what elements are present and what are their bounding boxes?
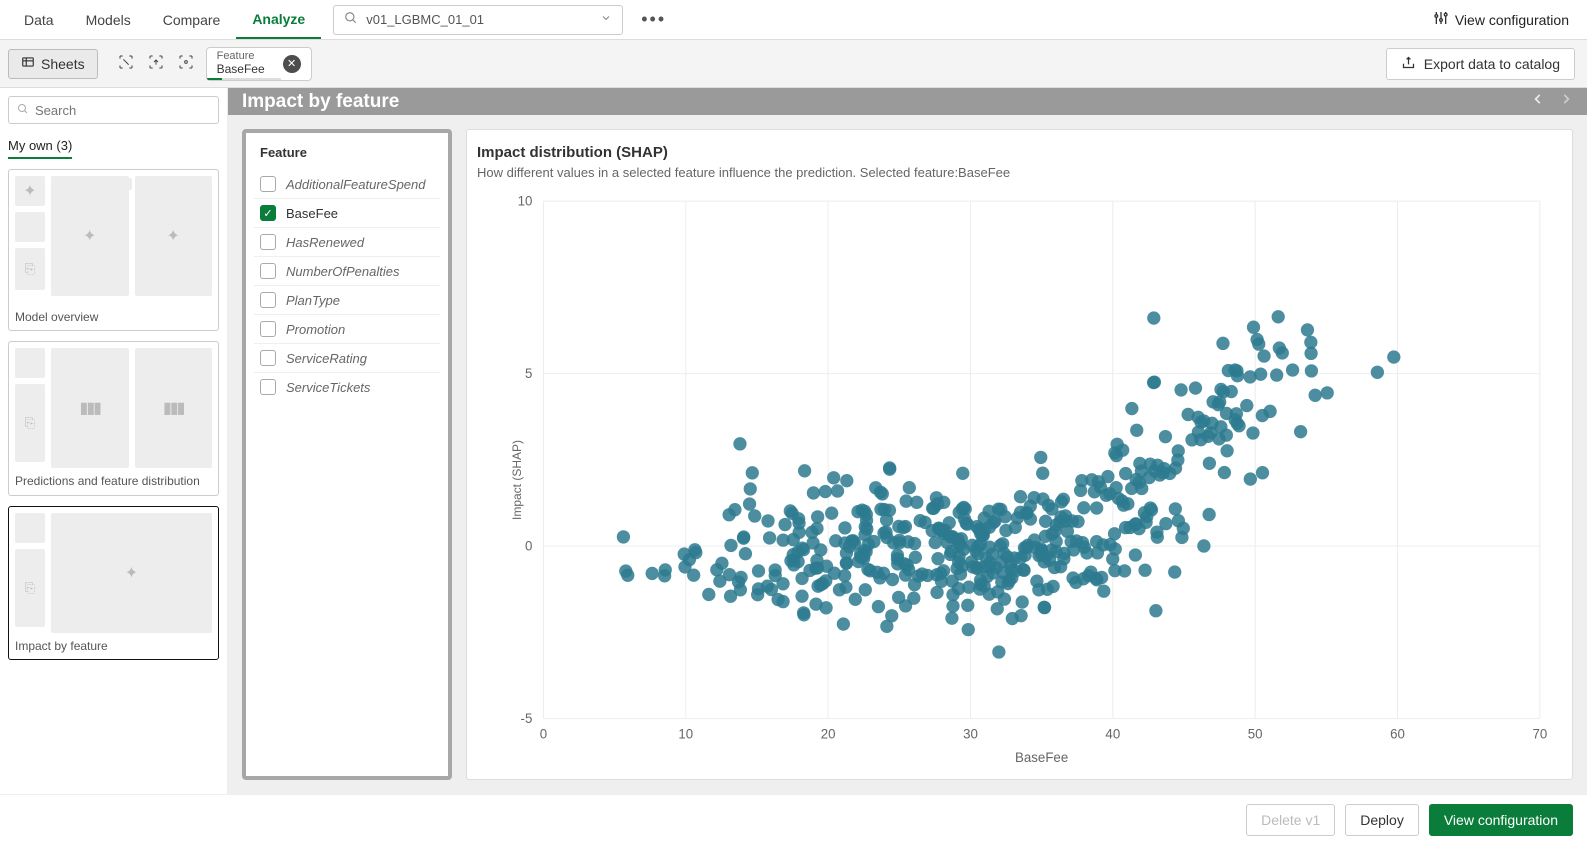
svg-text:70: 70 (1532, 727, 1547, 742)
feature-item-label: ServiceRating (286, 351, 367, 366)
sliders-icon (1433, 10, 1449, 29)
top-tabs: Data Models Compare Analyze (8, 0, 321, 39)
svg-text:BaseFee: BaseFee (1015, 750, 1068, 765)
svg-text:60: 60 (1390, 727, 1405, 742)
feature-filter-chip[interactable]: Feature BaseFee ✕ (206, 47, 312, 81)
prev-sheet-button[interactable] (1531, 92, 1545, 111)
main-header-title: Impact by feature (242, 91, 399, 113)
feature-item-hasrenewed[interactable]: HasRenewed (254, 228, 440, 257)
body-container: My own (3) ✦ ⎘ ✦ ✦ Model over (0, 88, 1587, 794)
chart-title: Impact distribution (SHAP) (477, 144, 1562, 161)
main-header: Impact by feature (228, 88, 1587, 115)
feature-item-label: AdditionalFeatureSpend (286, 177, 426, 192)
checkbox[interactable] (260, 321, 276, 337)
svg-text:40: 40 (1105, 727, 1120, 742)
checkbox[interactable] (260, 176, 276, 192)
sheet-card-model-overview[interactable]: ✦ ⎘ ✦ ✦ Model overview (8, 169, 219, 331)
more-menu-button[interactable]: ••• (635, 9, 672, 30)
feature-item-plantype[interactable]: PlanType (254, 286, 440, 315)
checkbox[interactable] (260, 292, 276, 308)
feature-chip-value: BaseFee (217, 62, 265, 76)
close-icon[interactable]: ✕ (283, 55, 301, 73)
feature-item-additionalfeaturespend[interactable]: AdditionalFeatureSpend (254, 170, 440, 199)
export-data-button[interactable]: Export data to catalog (1386, 48, 1575, 80)
svg-text:20: 20 (821, 727, 836, 742)
model-select-dropdown[interactable]: v01_LGBMC_01_01 (333, 5, 623, 35)
chevron-down-icon (600, 12, 612, 27)
svg-text:-5: -5 (521, 711, 533, 726)
view-config-top-label: View configuration (1455, 12, 1569, 28)
selection-tool-icon[interactable] (118, 54, 134, 74)
svg-text:5: 5 (525, 366, 532, 381)
search-icon (17, 103, 29, 118)
zoom-reset-icon[interactable] (148, 54, 164, 74)
main-panel: Impact by feature Feature AdditionalFeat… (228, 88, 1587, 794)
my-own-heading: My own (3) (8, 134, 72, 159)
feature-item-label: NumberOfPenalties (286, 264, 399, 279)
sheets-button-label: Sheets (41, 56, 85, 72)
feature-item-numberofpenalties[interactable]: NumberOfPenalties (254, 257, 440, 286)
feature-item-servicetickets[interactable]: ServiceTickets (254, 373, 440, 401)
sheet-search-input[interactable] (35, 103, 211, 118)
feature-item-servicerating[interactable]: ServiceRating (254, 344, 440, 373)
view-config-footer-button[interactable]: View configuration (1429, 804, 1573, 836)
sheets-icon (21, 55, 35, 72)
tab-analyze[interactable]: Analyze (236, 0, 321, 39)
tab-compare[interactable]: Compare (147, 0, 237, 39)
sheet-card-label: Predictions and feature distribution (15, 474, 212, 488)
export-data-label: Export data to catalog (1424, 56, 1560, 72)
fullscreen-icon[interactable] (178, 54, 194, 74)
chart-y-axis-label: Impact (SHAP) (510, 440, 524, 520)
sheets-button[interactable]: Sheets (8, 49, 98, 79)
zoom-icons-group (118, 54, 194, 74)
svg-text:30: 30 (963, 727, 978, 742)
tab-models[interactable]: Models (70, 0, 147, 39)
chart-subtitle: How different values in a selected featu… (477, 165, 1562, 180)
sheet-card-label: Model overview (15, 310, 212, 324)
tab-data[interactable]: Data (8, 0, 70, 39)
feature-list-panel: Feature AdditionalFeatureSpend ✓ BaseFee Ha… (242, 129, 452, 780)
checkbox[interactable]: ✓ (260, 205, 276, 221)
svg-text:50: 50 (1248, 727, 1263, 742)
svg-text:0: 0 (525, 539, 532, 554)
chart-panel: Impact distribution (SHAP) How different… (466, 129, 1573, 780)
sidebar: My own (3) ✦ ⎘ ✦ ✦ Model over (0, 88, 228, 794)
svg-text:0: 0 (540, 727, 547, 742)
sheet-search-box[interactable] (8, 96, 219, 124)
checkbox[interactable] (260, 350, 276, 366)
feature-item-label: HasRenewed (286, 235, 364, 250)
next-sheet-button[interactable] (1559, 92, 1573, 111)
sheet-card-impact-by-feature[interactable]: ⎘ ✦ Impact by feature (8, 506, 219, 660)
feature-panel-title: Feature (254, 145, 440, 160)
deploy-button[interactable]: Deploy (1345, 804, 1419, 836)
feature-item-basefee[interactable]: ✓ BaseFee (254, 199, 440, 228)
shap-scatter-plot[interactable]: 0 10 20 30 40 50 60 70 -5 0 5 10 BaseFee (477, 190, 1562, 769)
view-config-top-button[interactable]: View configuration (1423, 10, 1579, 29)
checkbox[interactable] (260, 234, 276, 250)
top-bar: Data Models Compare Analyze v01_LGBMC_01… (0, 0, 1587, 40)
feature-item-label: PlanType (286, 293, 340, 308)
sheet-card-label: Impact by feature (15, 639, 212, 653)
export-icon (1401, 55, 1416, 73)
model-select-value: v01_LGBMC_01_01 (366, 12, 484, 27)
feature-item-label: Promotion (286, 322, 345, 337)
sheet-card-predictions[interactable]: ⎘ ▮▮▮ ▮▮▮ Predictions and feature distri… (8, 341, 219, 495)
svg-text:10: 10 (518, 194, 533, 209)
svg-text:10: 10 (678, 727, 693, 742)
footer: Delete v1 Deploy View configuration (0, 794, 1587, 844)
feature-item-label: BaseFee (286, 206, 338, 221)
search-icon (344, 11, 358, 28)
feature-item-label: ServiceTickets (286, 380, 370, 395)
checkbox[interactable] (260, 379, 276, 395)
feature-chip-title: Feature (217, 51, 265, 62)
delete-button: Delete v1 (1246, 804, 1335, 836)
checkbox[interactable] (260, 263, 276, 279)
second-bar: Sheets Feature BaseFee ✕ Export data to … (0, 40, 1587, 88)
feature-item-promotion[interactable]: Promotion (254, 315, 440, 344)
